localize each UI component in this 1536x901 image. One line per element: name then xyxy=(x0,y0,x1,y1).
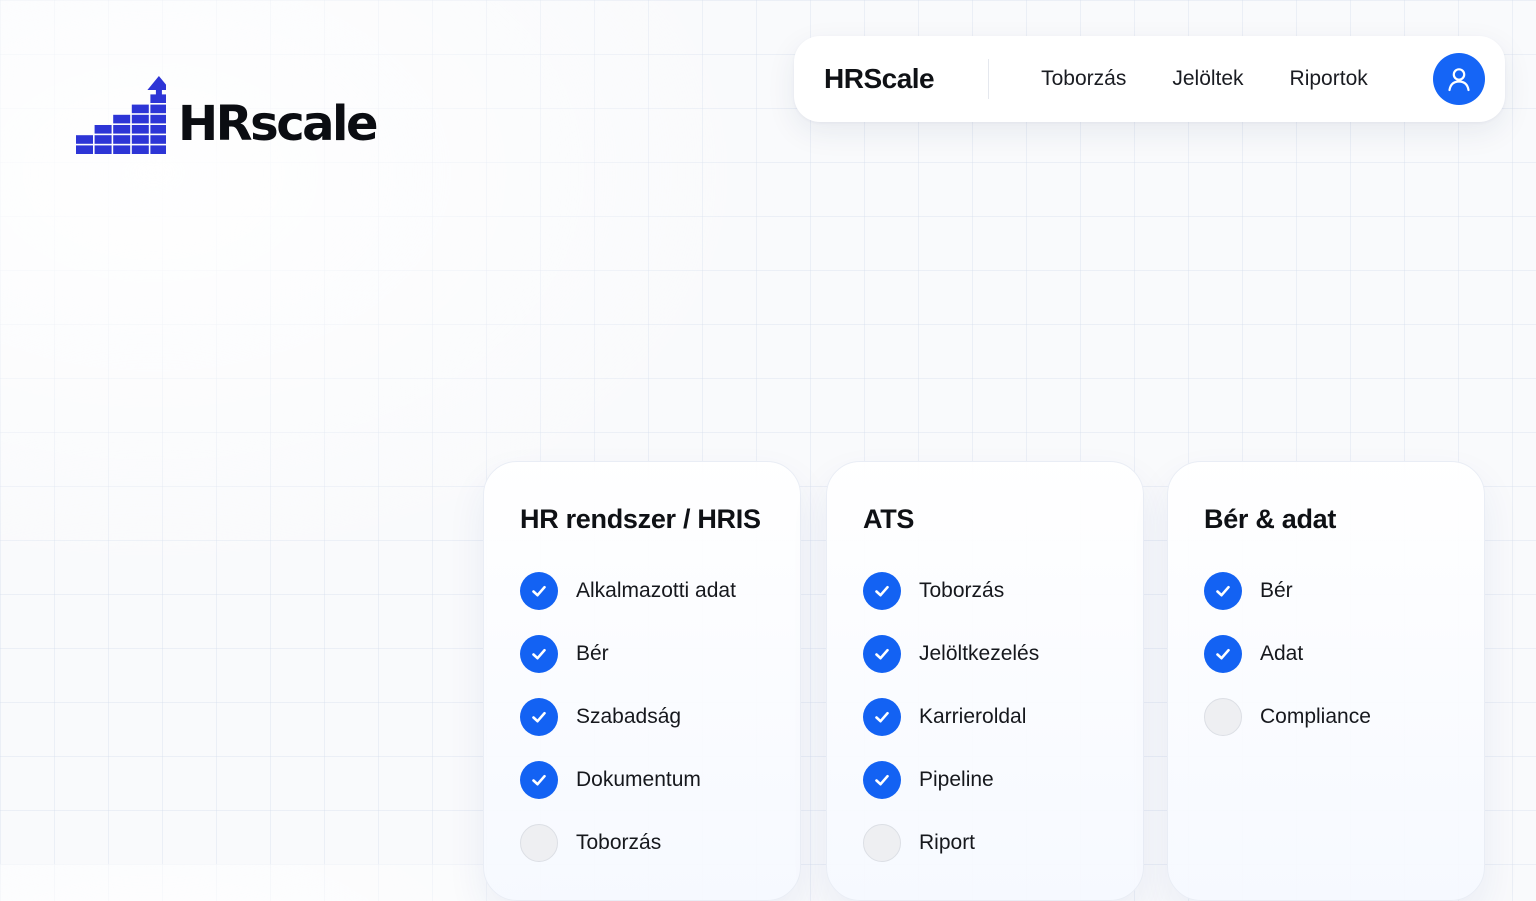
bar-chart-up-arrow-icon xyxy=(76,76,166,154)
check-circle-icon[interactable] xyxy=(520,761,558,799)
user-avatar-button[interactable] xyxy=(1433,53,1485,105)
check-circle-icon[interactable] xyxy=(520,635,558,673)
nav-link-toborzas[interactable]: Toborzás xyxy=(1041,67,1126,91)
empty-circle-icon[interactable] xyxy=(863,824,901,862)
check-circle-icon[interactable] xyxy=(1204,635,1242,673)
feature-list: Bér Adat Compliance xyxy=(1204,572,1484,736)
feature-item[interactable]: Adat xyxy=(1204,635,1484,673)
feature-card: Bér & adat Bér Adat Compliance xyxy=(1167,461,1485,901)
feature-item[interactable]: Karrieroldal xyxy=(863,698,1143,736)
feature-list: Alkalmazotti adat Bér Szabadság Dokumentum T… xyxy=(520,572,800,862)
feature-item[interactable]: Toborzás xyxy=(863,572,1143,610)
nav-links: Toborzás Jelöltek Riportok xyxy=(1041,67,1433,91)
feature-item-label: Adat xyxy=(1260,642,1304,665)
feature-item-label: Pipeline xyxy=(919,768,994,791)
feature-list: Toborzás Jelöltkezelés Karrieroldal Pipelin… xyxy=(863,572,1143,862)
feature-item[interactable]: Jelöltkezelés xyxy=(863,635,1143,673)
feature-item[interactable]: Bér xyxy=(520,635,800,673)
feature-item-label: Toborzás xyxy=(576,831,662,854)
check-circle-icon[interactable] xyxy=(863,761,901,799)
brand-name[interactable]: HRScale xyxy=(824,63,935,95)
logo-wordmark: HRscale xyxy=(178,96,379,152)
check-circle-icon[interactable] xyxy=(863,572,901,610)
feature-item[interactable]: Dokumentum xyxy=(520,761,800,799)
feature-item-label: Karrieroldal xyxy=(919,705,1027,728)
card-title: HR rendszer / HRIS xyxy=(520,504,761,534)
card-title: ATS xyxy=(863,504,915,534)
feature-item[interactable]: Pipeline xyxy=(863,761,1143,799)
feature-item-label: Bér xyxy=(1260,579,1293,602)
empty-circle-icon[interactable] xyxy=(520,824,558,862)
feature-item-label: Bér xyxy=(576,642,609,665)
feature-item-label: Dokumentum xyxy=(576,768,701,791)
feature-item-label: Compliance xyxy=(1260,705,1371,728)
feature-item-label: Toborzás xyxy=(919,579,1005,602)
nav-divider xyxy=(988,59,990,99)
feature-item-label: Jelöltkezelés xyxy=(919,642,1040,665)
check-circle-icon[interactable] xyxy=(520,698,558,736)
feature-card: ATS Toborzás Jelöltkezelés Karrieroldal Pipe… xyxy=(826,461,1144,901)
feature-item[interactable]: Riport xyxy=(863,824,1143,862)
feature-item[interactable]: Szabadság xyxy=(520,698,800,736)
feature-item[interactable]: Toborzás xyxy=(520,824,800,862)
empty-circle-icon[interactable] xyxy=(1204,698,1242,736)
hrscale-logo: HRscale xyxy=(76,76,379,154)
feature-item-label: Szabadság xyxy=(576,705,682,728)
feature-item[interactable]: Compliance xyxy=(1204,698,1484,736)
feature-item[interactable]: Bér xyxy=(1204,572,1484,610)
nav-link-riportok[interactable]: Riportok xyxy=(1290,67,1368,91)
check-circle-icon[interactable] xyxy=(520,572,558,610)
top-navbar: HRScale Toborzás Jelöltek Riportok xyxy=(794,36,1505,122)
feature-item[interactable]: Alkalmazotti adat xyxy=(520,572,800,610)
feature-card: HR rendszer / HRIS Alkalmazotti adat Bér Sz… xyxy=(483,461,801,901)
user-icon xyxy=(1448,68,1470,92)
feature-item-label: Alkalmazotti adat xyxy=(576,579,736,602)
check-circle-icon[interactable] xyxy=(1204,572,1242,610)
check-circle-icon[interactable] xyxy=(863,698,901,736)
check-circle-icon[interactable] xyxy=(863,635,901,673)
card-title: Bér & adat xyxy=(1204,504,1337,534)
feature-item-label: Riport xyxy=(919,831,976,854)
nav-link-jeloltek[interactable]: Jelöltek xyxy=(1172,67,1243,91)
